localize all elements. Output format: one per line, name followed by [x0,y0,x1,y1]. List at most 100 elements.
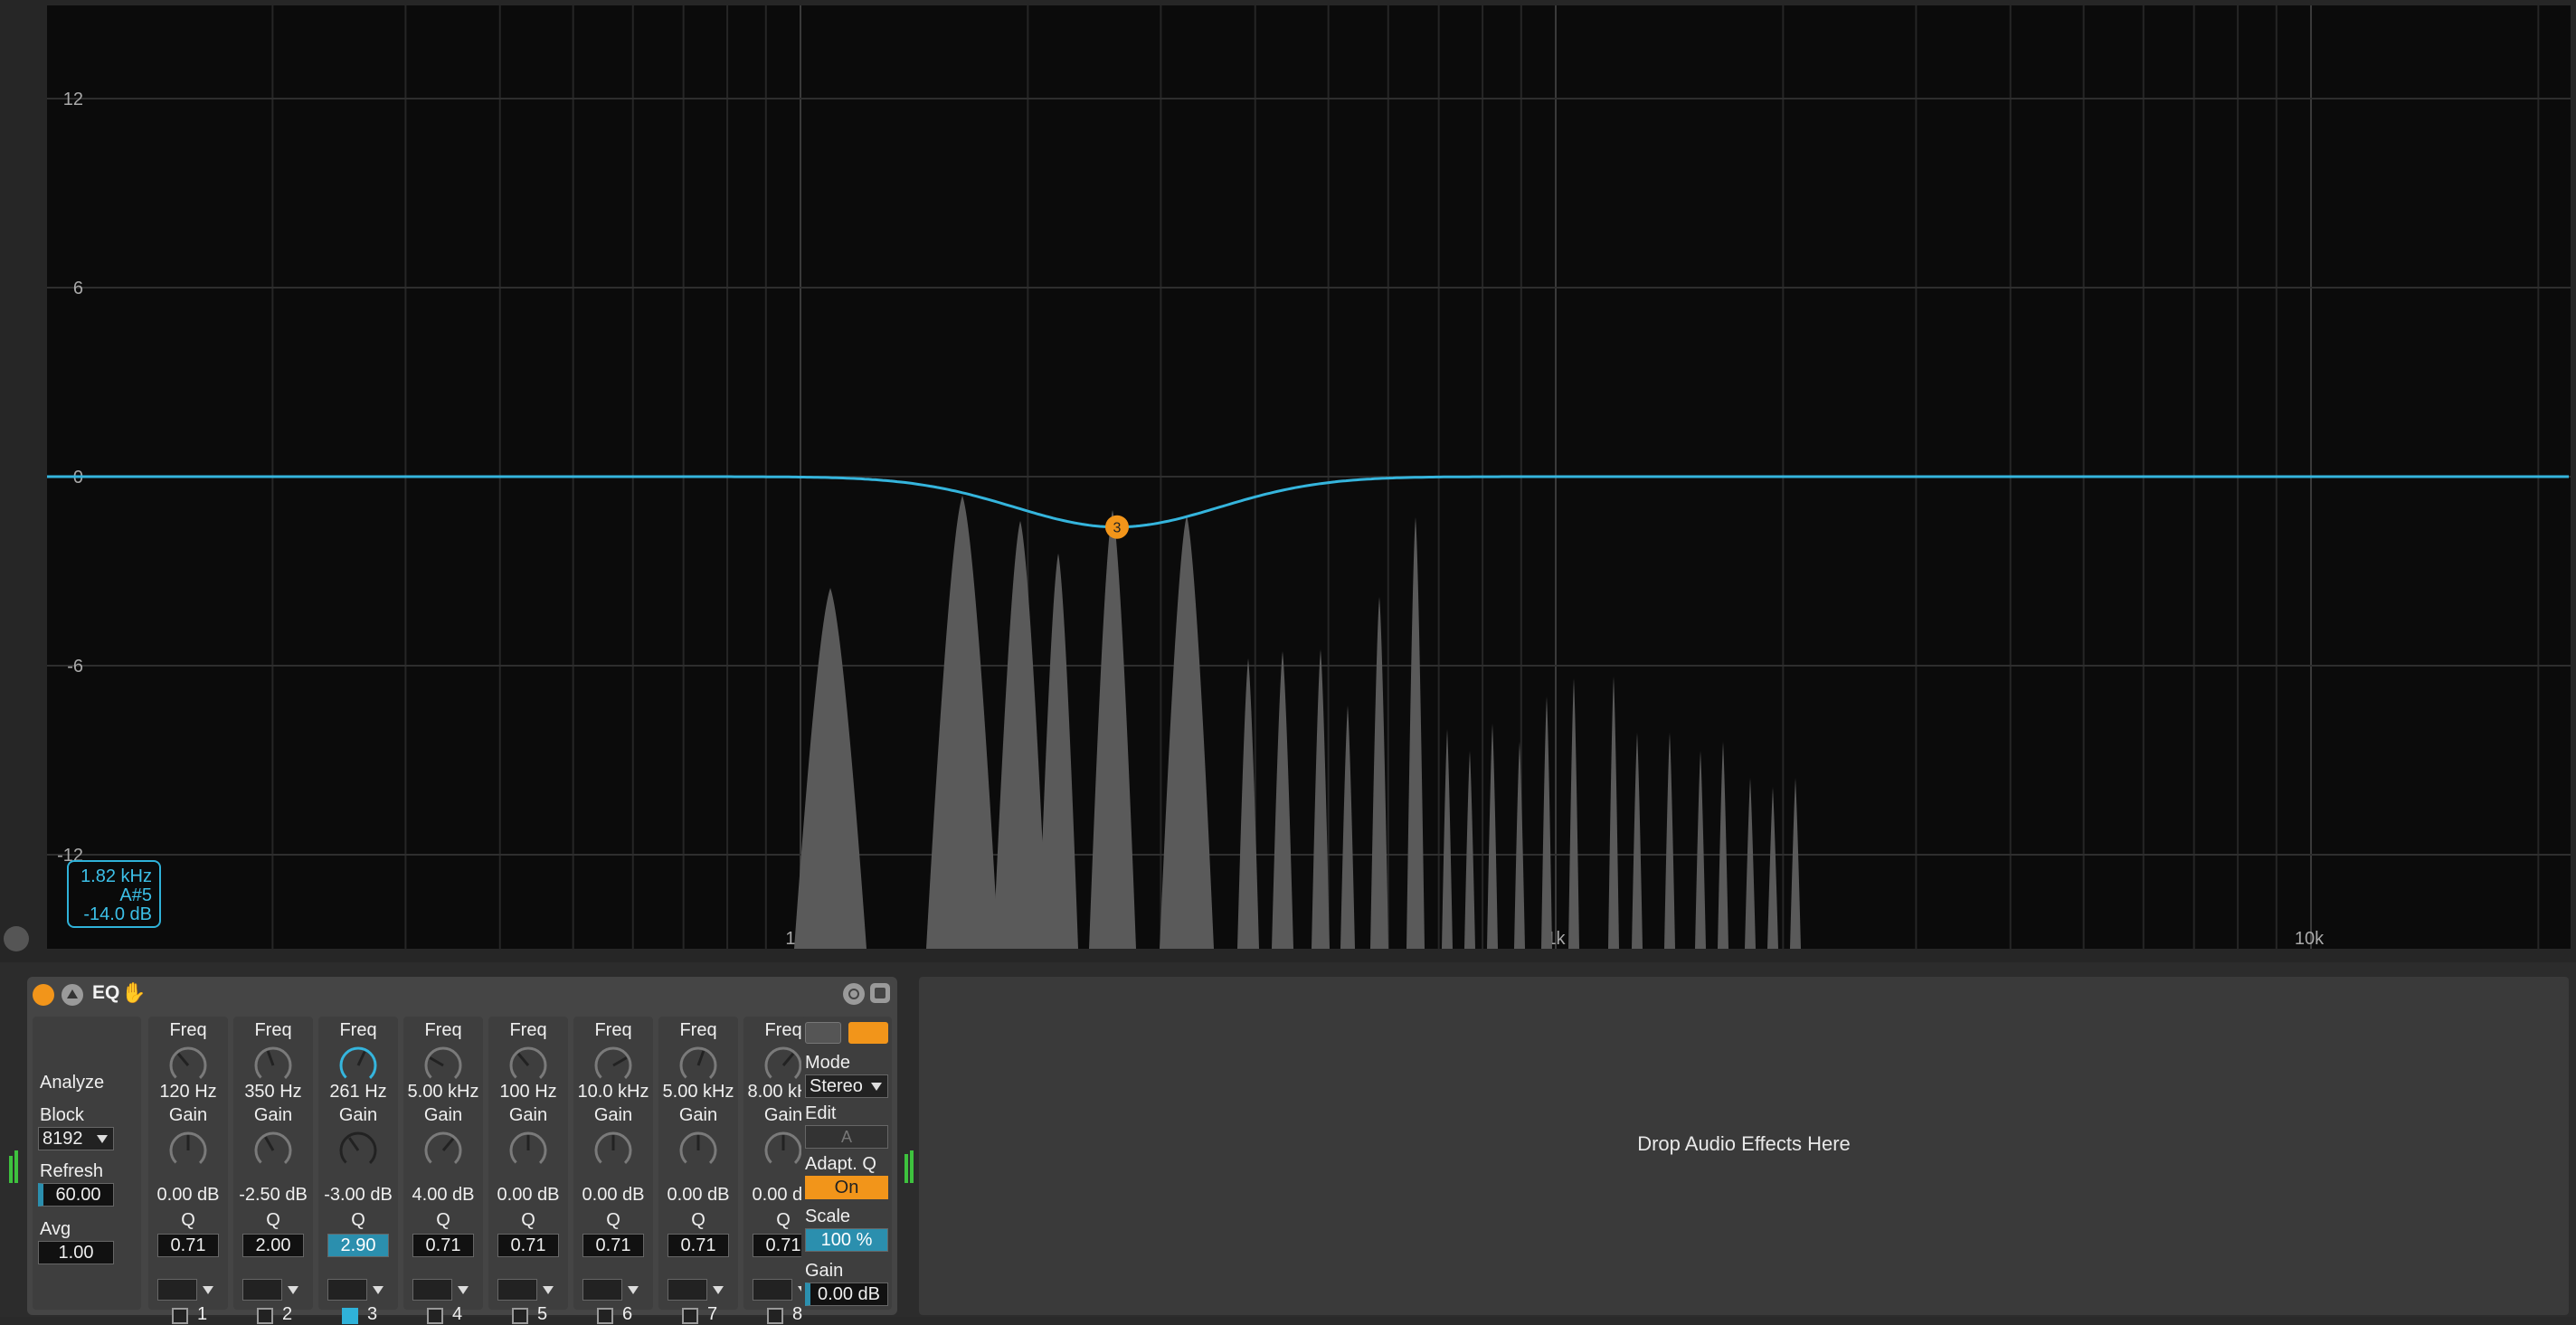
mode-label: Mode [805,1053,851,1073]
spectrum-panel[interactable]: 1260-6-12 1001k10k 3 1.82 kHz A#5 -14.0 … [0,0,2576,962]
bell-icon[interactable] [668,1279,707,1301]
power-icon[interactable] [33,984,54,1006]
refresh-field[interactable]: 60.00 [38,1183,114,1207]
band-enable-checkbox[interactable] [767,1308,783,1324]
freq-label: Freq [509,1020,547,1040]
band-4: Freq 5.00 kHz Gain 4.00 dB Q 0.71 4 [403,1017,483,1324]
high-cut-icon[interactable] [753,1279,792,1301]
gain-knob[interactable] [507,1129,550,1172]
freq-value: 100 Hz [499,1082,557,1102]
band-2: Freq 350 Hz Gain -2.50 dB Q 2.00 2 [233,1017,313,1324]
gain-value: -2.50 dB [239,1185,308,1205]
bell-icon[interactable] [497,1279,537,1301]
eq-display[interactable]: 1260-6-12 1001k10k 3 [0,0,2576,962]
headphones-icon[interactable] [805,1022,841,1044]
readout-note: A#5 [119,885,152,905]
freq-knob[interactable] [592,1044,635,1087]
band-enable-checkbox[interactable] [257,1308,273,1324]
analyzer-toggle-icon[interactable] [848,1022,888,1044]
avg-field[interactable]: 1.00 [38,1241,114,1264]
band-enable-checkbox[interactable] [682,1308,698,1324]
db-label: 12 [63,90,83,109]
q-value: 2.90 [340,1235,376,1255]
save-icon[interactable] [870,983,890,1003]
output-gain-label: Gain [805,1261,844,1281]
freq-knob[interactable] [251,1044,295,1087]
freq-knob[interactable] [336,1044,380,1087]
chevron-down-icon[interactable] [373,1286,384,1294]
q-label: Q [521,1210,535,1230]
mode-select[interactable]: Stereo [805,1074,888,1098]
chevron-down-icon[interactable] [203,1286,213,1294]
band-number: 3 [367,1304,378,1324]
band-1: Freq 120 Hz Gain 0.00 dB Q 0.71 1 [148,1017,228,1324]
bell-icon[interactable] [327,1279,367,1301]
band-enable-checkbox[interactable] [597,1308,613,1324]
drop-effects-area[interactable]: Drop Audio Effects Here [919,977,2569,1315]
edit-a-button[interactable]: A [805,1125,888,1149]
bell-icon[interactable] [582,1279,622,1301]
scale-field[interactable]: 100 % [805,1228,888,1252]
scale-label: Scale [805,1207,851,1226]
band-enable-checkbox[interactable] [172,1308,188,1324]
chevron-down-icon[interactable] [628,1286,639,1294]
gain-knob[interactable] [251,1129,295,1172]
q-value: 0.71 [680,1235,716,1255]
q-field[interactable]: 0.71 [497,1234,559,1257]
freq-knob[interactable] [762,1044,805,1087]
adaptq-toggle[interactable]: On [805,1176,888,1199]
band-3-handle[interactable]: 3 [1105,515,1129,539]
chevron-down-icon[interactable] [713,1286,724,1294]
readout-gain: -14.0 dB [83,904,152,924]
gain-label: Gain [423,1105,463,1125]
band-number: 2 [282,1304,293,1324]
freq-knob[interactable] [166,1044,210,1087]
hand-icon[interactable]: ✋ [121,981,146,1005]
q-field[interactable]: 0.71 [668,1234,729,1257]
freq-knob[interactable] [507,1044,550,1087]
q-field[interactable]: 0.71 [412,1234,474,1257]
band-enable-checkbox[interactable] [512,1308,528,1324]
q-label: Q [436,1210,450,1230]
block-select[interactable]: 8192 [38,1127,114,1150]
chevron-down-icon[interactable] [458,1286,469,1294]
hotswap-icon[interactable] [843,983,865,1005]
expand-view-icon[interactable] [4,926,29,951]
band-number: 4 [452,1304,463,1324]
gain-knob[interactable] [421,1129,465,1172]
gain-knob[interactable] [336,1129,380,1172]
avg-label: Avg [40,1219,71,1239]
fold-icon[interactable] [62,984,83,1006]
gain-value: 0.00 dB [497,1185,560,1205]
freq-knob[interactable] [677,1044,720,1087]
freq-knob[interactable] [421,1044,465,1087]
chevron-down-icon[interactable] [543,1286,554,1294]
refresh-label: Refresh [40,1161,104,1181]
q-field[interactable]: 2.00 [242,1234,304,1257]
band-enable-checkbox[interactable] [342,1308,358,1324]
freq-label: Freq [594,1020,632,1040]
gain-label: Gain [253,1105,293,1125]
chevron-down-icon[interactable] [288,1286,298,1294]
freq-label: Freq [339,1020,377,1040]
bell-icon[interactable] [242,1279,282,1301]
low-shelf-icon[interactable] [412,1279,452,1301]
freq-label: Freq [424,1020,462,1040]
q-field[interactable]: 0.71 [157,1234,219,1257]
q-field[interactable]: 2.90 [327,1234,389,1257]
output-gain-field[interactable]: 0.00 dB [805,1282,888,1306]
gain-value: 0.00 dB [156,1185,220,1205]
drop-effects-text: Drop Audio Effects Here [1637,1132,1851,1155]
input-meter-right [14,1150,18,1183]
gain-knob[interactable] [677,1129,720,1172]
adaptq-label: Adapt. Q [805,1154,876,1174]
gain-knob[interactable] [762,1129,805,1172]
q-field[interactable]: 0.71 [582,1234,644,1257]
freq-label: Freq [169,1020,207,1040]
gain-knob[interactable] [166,1129,210,1172]
gain-knob[interactable] [592,1129,635,1172]
band-enable-checkbox[interactable] [427,1308,443,1324]
q-value: 0.71 [595,1235,631,1255]
low-cut-icon[interactable] [157,1279,197,1301]
band-number: 5 [537,1304,548,1324]
